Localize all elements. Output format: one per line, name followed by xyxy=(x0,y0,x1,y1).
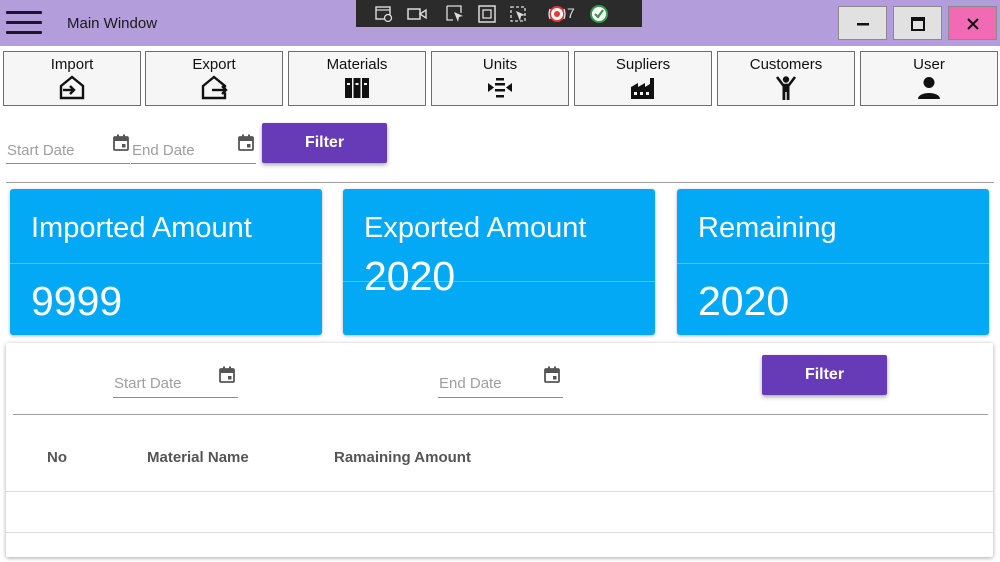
nav-units-label: Units xyxy=(482,56,518,73)
nav-units-button[interactable]: Units xyxy=(431,51,569,106)
end-date-field[interactable]: End Date xyxy=(131,133,256,164)
card-divider xyxy=(10,263,322,264)
close-button[interactable] xyxy=(948,6,997,40)
calendar-icon[interactable] xyxy=(112,134,130,152)
hamburger-menu-icon[interactable] xyxy=(6,8,42,38)
materials-icon xyxy=(345,78,369,98)
nav-customers-button[interactable]: Customers xyxy=(717,51,855,106)
units-icon xyxy=(488,78,512,98)
person-arms-up-icon xyxy=(775,76,797,100)
hot-reload-ok-icon[interactable] xyxy=(589,4,609,24)
track-focus-icon[interactable] xyxy=(508,4,528,24)
factory-icon xyxy=(631,78,654,99)
card-value: 2020 xyxy=(698,278,790,324)
divider xyxy=(6,182,994,183)
nav-export-button[interactable]: Export xyxy=(145,51,283,106)
table-end-date-field[interactable]: End Date xyxy=(438,364,563,398)
calendar-icon[interactable] xyxy=(237,134,255,152)
table-header-divider xyxy=(6,491,993,492)
card-value: 2020 xyxy=(364,253,456,299)
exported-amount-card: Exported Amount 2020 xyxy=(343,189,655,335)
maximize-icon xyxy=(911,17,925,31)
table-start-date-field[interactable]: Start Date xyxy=(113,364,238,398)
export-icon xyxy=(201,75,228,100)
start-date-placeholder: Start Date xyxy=(114,375,182,392)
import-icon xyxy=(59,75,85,100)
nav-import-button[interactable]: Import xyxy=(3,51,141,106)
calendar-icon[interactable] xyxy=(543,366,561,384)
nav-materials-button[interactable]: Materials xyxy=(288,51,426,106)
remaining-card: Remaining 2020 xyxy=(677,189,989,335)
card-title: Exported Amount xyxy=(364,212,587,244)
table-filter-button[interactable]: Filter xyxy=(762,355,887,395)
card-title: Remaining xyxy=(698,212,837,244)
card-value: 9999 xyxy=(31,278,123,324)
nav-supliers-label: Supliers xyxy=(615,56,671,73)
debug-toolbar: 7 xyxy=(356,0,642,27)
window-title: Main Window xyxy=(67,15,158,32)
nav-materials-label: Materials xyxy=(326,56,388,73)
binding-error-count: 7 xyxy=(567,5,575,21)
start-date-placeholder: Start Date xyxy=(7,142,75,159)
card-title: Imported Amount xyxy=(31,212,252,244)
end-date-placeholder: End Date xyxy=(439,375,502,392)
title-bar: Main Window 7 xyxy=(0,0,1000,46)
column-header-no[interactable]: No xyxy=(47,449,67,466)
end-date-placeholder: End Date xyxy=(132,142,195,159)
nav-user-button[interactable]: User xyxy=(860,51,998,106)
minimize-icon xyxy=(857,23,869,26)
filter-button[interactable]: Filter xyxy=(262,123,387,163)
nav-import-label: Import xyxy=(50,56,94,73)
nav-export-label: Export xyxy=(192,56,236,73)
user-icon xyxy=(918,77,940,99)
nav-user-label: User xyxy=(913,56,945,73)
start-date-field[interactable]: Start Date xyxy=(6,133,130,164)
calendar-icon[interactable] xyxy=(218,366,236,384)
table-row-divider xyxy=(6,532,993,533)
layout-adorner-icon[interactable] xyxy=(477,4,497,24)
nav-customers-label: Customers xyxy=(749,56,823,73)
card-divider xyxy=(677,263,989,264)
remaining-materials-panel: Start Date End Date Filter No Material N… xyxy=(6,343,993,557)
maximize-button[interactable] xyxy=(893,6,942,40)
select-element-icon[interactable] xyxy=(445,4,465,24)
runtime-inspector-icon[interactable] xyxy=(374,4,394,24)
nav-supliers-button[interactable]: Supliers xyxy=(574,51,712,106)
imported-amount-card: Imported Amount 9999 xyxy=(10,189,322,335)
binding-failures-icon[interactable] xyxy=(547,4,567,24)
close-icon xyxy=(967,18,979,30)
column-header-material-name[interactable]: Material Name xyxy=(147,449,249,466)
minimize-button[interactable] xyxy=(838,6,887,40)
video-camera-icon[interactable] xyxy=(407,4,427,24)
divider xyxy=(13,414,988,415)
column-header-remaining-amount[interactable]: Ramaining Amount xyxy=(334,449,471,466)
